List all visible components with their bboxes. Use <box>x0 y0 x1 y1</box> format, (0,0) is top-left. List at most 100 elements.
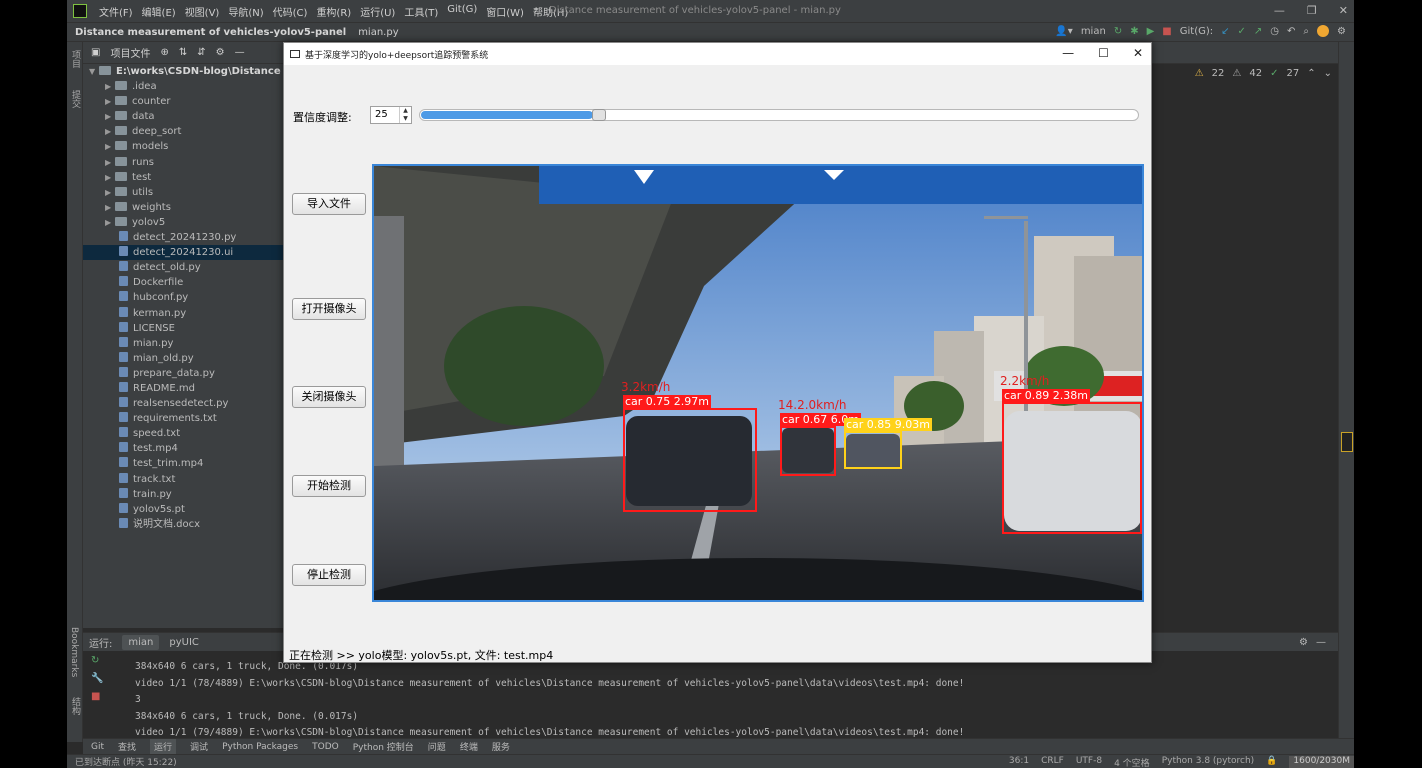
chevron-right-icon[interactable]: ▶ <box>105 185 115 200</box>
start-detect-button[interactable]: 开始检测 <box>292 475 366 497</box>
stripe-project[interactable]: 项目 <box>69 50 82 68</box>
file-encoding[interactable]: UTF-8 <box>1076 756 1102 768</box>
rerun-icon[interactable]: ↻ <box>1114 26 1122 37</box>
menu-window[interactable]: 窗口(W) <box>486 4 524 19</box>
indent-setting[interactable]: 4 个空格 <box>1114 756 1150 768</box>
tree-folder-label: counter <box>132 96 171 108</box>
chevron-right-icon[interactable]: ▶ <box>105 155 115 170</box>
open-camera-button[interactable]: 打开摄像头 <box>292 298 366 320</box>
chevron-up-icon[interactable]: ⌃ <box>1307 68 1315 79</box>
settings-icon[interactable]: ⚙ <box>1337 26 1346 37</box>
menu-git[interactable]: Git(G) <box>447 4 477 19</box>
tree-file-label: requirements.txt <box>133 413 217 425</box>
git-history-icon[interactable]: ◷ <box>1270 26 1279 37</box>
toolwin-python-console[interactable]: Python 控制台 <box>353 740 414 753</box>
rerun-icon[interactable]: ↻ <box>91 655 131 673</box>
run-tab-pyuic[interactable]: pyUIC <box>169 637 199 648</box>
folder-icon <box>115 126 127 136</box>
menu-refactor[interactable]: 重构(R) <box>316 4 351 19</box>
user-icon[interactable]: 👤▾ <box>1055 26 1072 37</box>
git-commit-icon[interactable]: ✓ <box>1238 26 1246 37</box>
chevron-right-icon[interactable]: ▶ <box>105 109 115 124</box>
toolwin-debug[interactable]: 调试 <box>190 740 208 753</box>
update-icon[interactable] <box>1317 25 1330 37</box>
toolwin-run[interactable]: 运行 <box>150 739 177 754</box>
menu-tools[interactable]: 工具(T) <box>404 4 438 19</box>
toolwin-todo[interactable]: TODO <box>312 742 339 752</box>
breadcrumb-project[interactable]: Distance measurement of vehicles-yolov5-… <box>75 27 346 38</box>
project-panel-title[interactable]: 项目文件 <box>110 45 150 60</box>
chevron-right-icon[interactable]: ▶ <box>105 170 115 185</box>
chevron-right-icon[interactable]: ▶ <box>105 215 115 230</box>
stop-icon[interactable]: ■ <box>91 691 131 709</box>
tree-file-label: Dockerfile <box>133 277 184 289</box>
hide-icon[interactable]: — <box>1316 637 1326 648</box>
stripe-commit[interactable]: 提交 <box>69 90 82 108</box>
toolwin-git[interactable]: Git <box>91 742 104 752</box>
tree-file-label: test_trim.mp4 <box>133 458 204 470</box>
memory-indicator[interactable]: 1600/2030M <box>1289 756 1354 768</box>
collapse-all-icon[interactable]: ⇅ <box>179 47 187 58</box>
maximize-icon[interactable]: ❐ <box>1307 4 1317 17</box>
toolwin-python-packages[interactable]: Python Packages <box>222 742 298 752</box>
chevron-right-icon[interactable]: ▶ <box>105 124 115 139</box>
python-interpreter[interactable]: Python 3.8 (pytorch) <box>1162 756 1254 768</box>
minimize-icon[interactable]: — <box>1274 4 1285 17</box>
menu-edit[interactable]: 编辑(E) <box>142 4 176 19</box>
spin-arrows-icon[interactable]: ▲ ▼ <box>399 107 411 123</box>
menu-code[interactable]: 代码(C) <box>273 4 308 19</box>
expand-icon[interactable]: ⇵ <box>197 47 205 58</box>
tree-file-label: README.md <box>133 382 196 394</box>
confidence-slider[interactable] <box>419 109 1139 121</box>
maximize-icon[interactable]: ☐ <box>1098 46 1109 60</box>
git-push-icon[interactable]: ↗ <box>1254 26 1262 37</box>
search-icon[interactable]: ⌕ <box>1303 26 1309 37</box>
tree-file-label: kerman.py <box>133 307 187 319</box>
tree-file-label: mian_old.py <box>133 352 194 364</box>
toolwin-problems[interactable]: 问题 <box>428 740 446 753</box>
wrench-icon[interactable]: 🔧 <box>91 673 131 691</box>
notifications-icon[interactable] <box>1341 432 1353 452</box>
locate-icon[interactable]: ⊕ <box>160 47 168 58</box>
close-icon[interactable]: ✕ <box>1339 4 1348 17</box>
run-tab-mian[interactable]: mian <box>122 634 160 650</box>
close-icon[interactable]: ✕ <box>1133 46 1143 60</box>
git-rollback-icon[interactable]: ↶ <box>1287 26 1295 37</box>
debug-icon[interactable]: ✱ <box>1130 26 1138 37</box>
options-icon[interactable]: ⚙ <box>216 47 225 58</box>
stop-detect-button[interactable]: 停止检测 <box>292 564 366 586</box>
menu-view[interactable]: 视图(V) <box>185 4 220 19</box>
stripe-bookmarks[interactable]: Bookmarks <box>69 627 79 677</box>
minimize-icon[interactable]: — <box>1062 46 1074 60</box>
menu-run[interactable]: 运行(U) <box>360 4 395 19</box>
settings-icon[interactable]: ⚙ <box>1299 637 1308 648</box>
toolwin-services[interactable]: 服务 <box>492 740 510 753</box>
chevron-right-icon[interactable]: ▶ <box>105 94 115 109</box>
hide-icon[interactable]: — <box>235 47 245 58</box>
git-update-icon[interactable]: ↙ <box>1221 26 1229 37</box>
lock-icon[interactable]: 🔒 <box>1266 756 1277 768</box>
chevron-down-icon[interactable]: ⌄ <box>1324 68 1332 79</box>
close-camera-button[interactable]: 关闭摄像头 <box>292 386 366 408</box>
chevron-right-icon[interactable]: ▶ <box>105 200 115 215</box>
line-separator[interactable]: CRLF <box>1041 756 1064 768</box>
coverage-icon[interactable]: ▶ <box>1147 26 1155 37</box>
file-icon <box>119 381 128 392</box>
stop-icon[interactable]: ■ <box>1162 26 1171 37</box>
confidence-spinbox[interactable]: 25 ▲ ▼ <box>370 106 412 124</box>
import-file-button[interactable]: 导入文件 <box>292 193 366 215</box>
breadcrumb-file[interactable]: mian.py <box>358 27 398 38</box>
toolwin-find[interactable]: 查找 <box>118 740 136 753</box>
stripe-structure[interactable]: 结构 <box>69 697 82 715</box>
chevron-right-icon[interactable]: ▶ <box>105 79 115 94</box>
menu-navigate[interactable]: 导航(N) <box>228 4 263 19</box>
slider-handle[interactable] <box>591 109 606 121</box>
console-output[interactable]: 384x640 6 cars, 1 truck, Done. (0.017s) … <box>135 659 964 742</box>
chevron-right-icon[interactable]: ▶ <box>105 139 115 154</box>
inspection-widget[interactable]: ⚠ 22 ⚠ 42 ✓ 27 ⌃ ⌄ <box>1195 68 1332 79</box>
tree-file-label: 说明文档.docx <box>133 518 201 530</box>
toolwin-terminal[interactable]: 终端 <box>460 740 478 753</box>
caret-position[interactable]: 36:1 <box>1009 756 1029 768</box>
run-config-select[interactable]: mian <box>1081 26 1106 37</box>
menu-file[interactable]: 文件(F) <box>99 4 133 19</box>
